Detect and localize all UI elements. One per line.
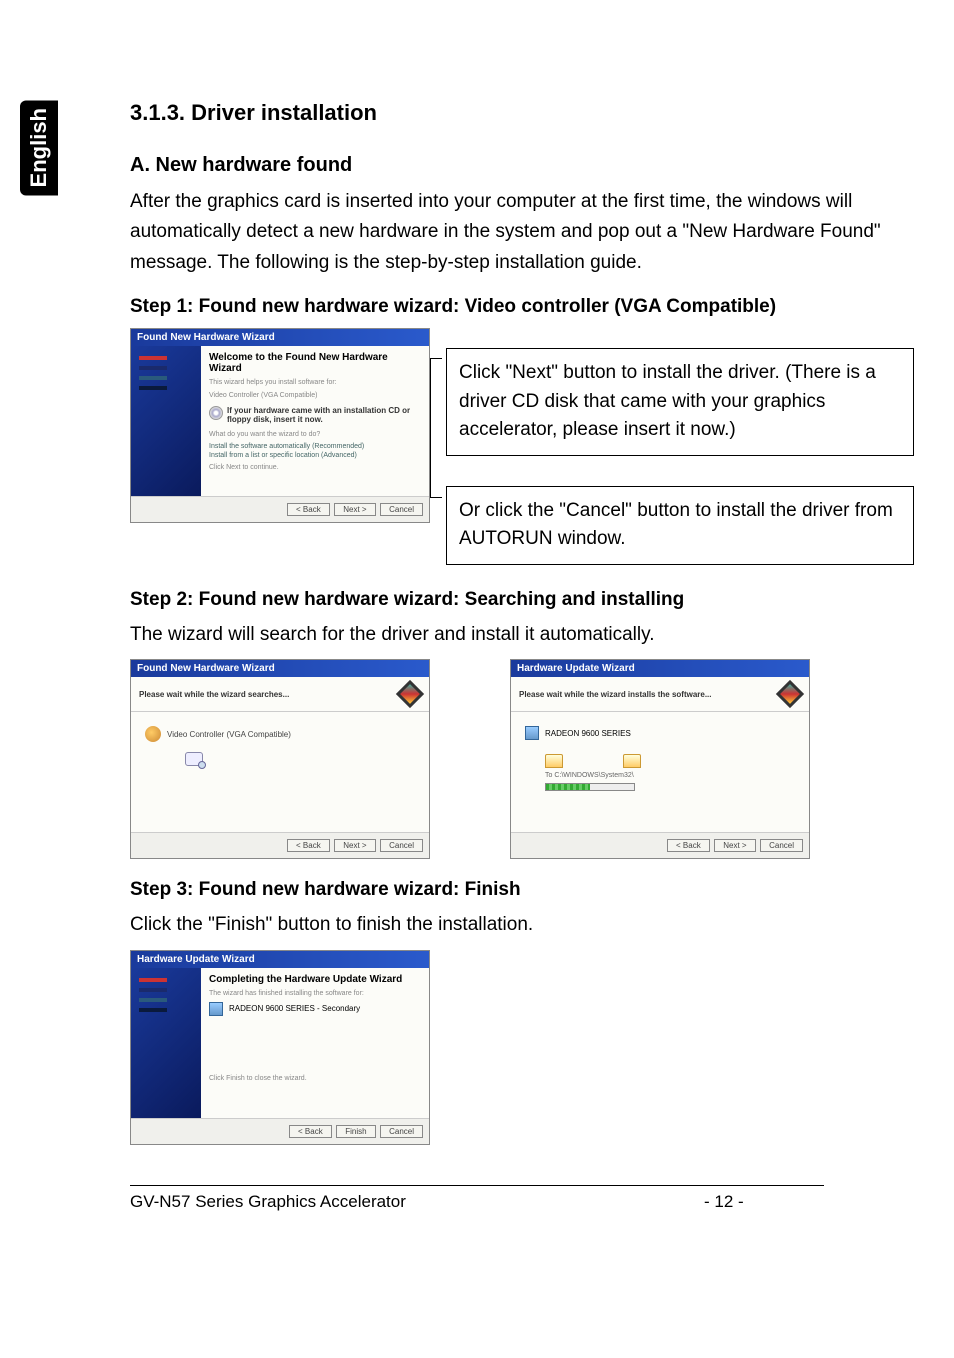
intro-paragraph: After the graphics card is inserted into…	[130, 187, 914, 278]
footer-page-number: - 12 -	[704, 1192, 824, 1212]
cd-instruction: If your hardware came with an installati…	[227, 406, 421, 424]
magnifier-icon	[185, 752, 203, 766]
device-name: RADEON 9600 SERIES - Secondary	[229, 1004, 360, 1013]
step1-title: Step 1: Found new hardware wizard: Video…	[130, 296, 914, 318]
callout-cancel-instruction: Or click the "Cancel" button to install …	[446, 486, 914, 565]
step2-desc: The wizard will search for the driver an…	[130, 621, 914, 650]
page-content: 3.1.3. Driver installation A. New hardwa…	[130, 0, 914, 1145]
section-heading: 3.1.3. Driver installation	[130, 100, 914, 126]
wizard-titlebar: Hardware Update Wizard	[511, 660, 809, 677]
page-footer: GV-N57 Series Graphics Accelerator - 12 …	[130, 1185, 824, 1212]
language-tab: English	[20, 100, 58, 195]
flashlight-icon	[145, 726, 161, 742]
step3-finish-dialog: Hardware Update Wizard Completing the Ha…	[130, 950, 430, 1145]
back-button[interactable]: < Back	[667, 839, 710, 852]
wizard-titlebar: Found New Hardware Wizard	[131, 329, 429, 346]
wizard-device-text: Video Controller (VGA Compatible)	[209, 391, 421, 400]
step1-wizard-dialog: Found New Hardware Wizard Welcome to the…	[130, 328, 430, 523]
callout-next-instruction: Click "Next" button to install the drive…	[446, 348, 914, 456]
next-button[interactable]: Next >	[714, 839, 755, 852]
wizard-helper-text: This wizard helps you install software f…	[209, 378, 421, 387]
back-button[interactable]: < Back	[289, 1125, 332, 1138]
back-button[interactable]: < Back	[287, 839, 330, 852]
step2-title: Step 2: Found new hardware wizard: Searc…	[130, 589, 914, 611]
cancel-button[interactable]: Cancel	[380, 839, 423, 852]
cancel-button[interactable]: Cancel	[380, 503, 423, 516]
wizard-sidebar-graphic	[131, 346, 201, 496]
footer-product: GV-N57 Series Graphics Accelerator	[130, 1192, 704, 1212]
device-icon	[209, 1002, 223, 1016]
install-header-text: Please wait while the wizard installs th…	[519, 690, 712, 699]
search-item-text: Video Controller (VGA Compatible)	[167, 730, 291, 739]
install-progress	[545, 783, 635, 791]
install-path: To C:\WINDOWS\System32\	[545, 772, 795, 779]
folder-source-icon	[545, 754, 563, 768]
wizard-titlebar: Found New Hardware Wizard	[131, 660, 429, 677]
wizard-sidebar-graphic	[131, 968, 201, 1118]
back-button[interactable]: < Back	[287, 503, 330, 516]
step3-title: Step 3: Found new hardware wizard: Finis…	[130, 879, 914, 901]
cd-icon	[209, 406, 223, 420]
cancel-button[interactable]: Cancel	[380, 1125, 423, 1138]
finish-button[interactable]: Finish	[336, 1125, 375, 1138]
radio-auto-install[interactable]: Install the software automatically (Reco…	[209, 443, 421, 450]
subsection-a-heading: A. New hardware found	[130, 154, 914, 177]
folder-dest-icon	[623, 754, 641, 768]
wizard-welcome-title: Welcome to the Found New Hardware Wizard	[209, 352, 421, 374]
card-icon	[776, 680, 804, 708]
step2-search-dialog: Found New Hardware Wizard Please wait wh…	[130, 659, 430, 859]
close-text: Click Finish to close the wizard.	[209, 1074, 421, 1083]
card-icon	[396, 680, 424, 708]
finished-text: The wizard has finished installing the s…	[209, 989, 421, 998]
cancel-button[interactable]: Cancel	[760, 839, 803, 852]
step2-install-dialog: Hardware Update Wizard Please wait while…	[510, 659, 810, 859]
search-header-text: Please wait while the wizard searches...	[139, 690, 289, 699]
device-icon	[525, 726, 539, 740]
next-button[interactable]: Next >	[334, 839, 375, 852]
radio-advanced-install[interactable]: Install from a list or specific location…	[209, 452, 421, 459]
next-button[interactable]: Next >	[334, 503, 375, 516]
callout-bracket	[430, 358, 442, 498]
install-device-text: RADEON 9600 SERIES	[545, 729, 631, 738]
wizard-question: What do you want the wizard to do?	[209, 430, 421, 439]
wizard-titlebar: Hardware Update Wizard	[131, 951, 429, 968]
completing-title: Completing the Hardware Update Wizard	[209, 974, 421, 985]
step3-desc: Click the "Finish" button to finish the …	[130, 911, 914, 940]
wizard-continue-text: Click Next to continue.	[209, 463, 421, 472]
